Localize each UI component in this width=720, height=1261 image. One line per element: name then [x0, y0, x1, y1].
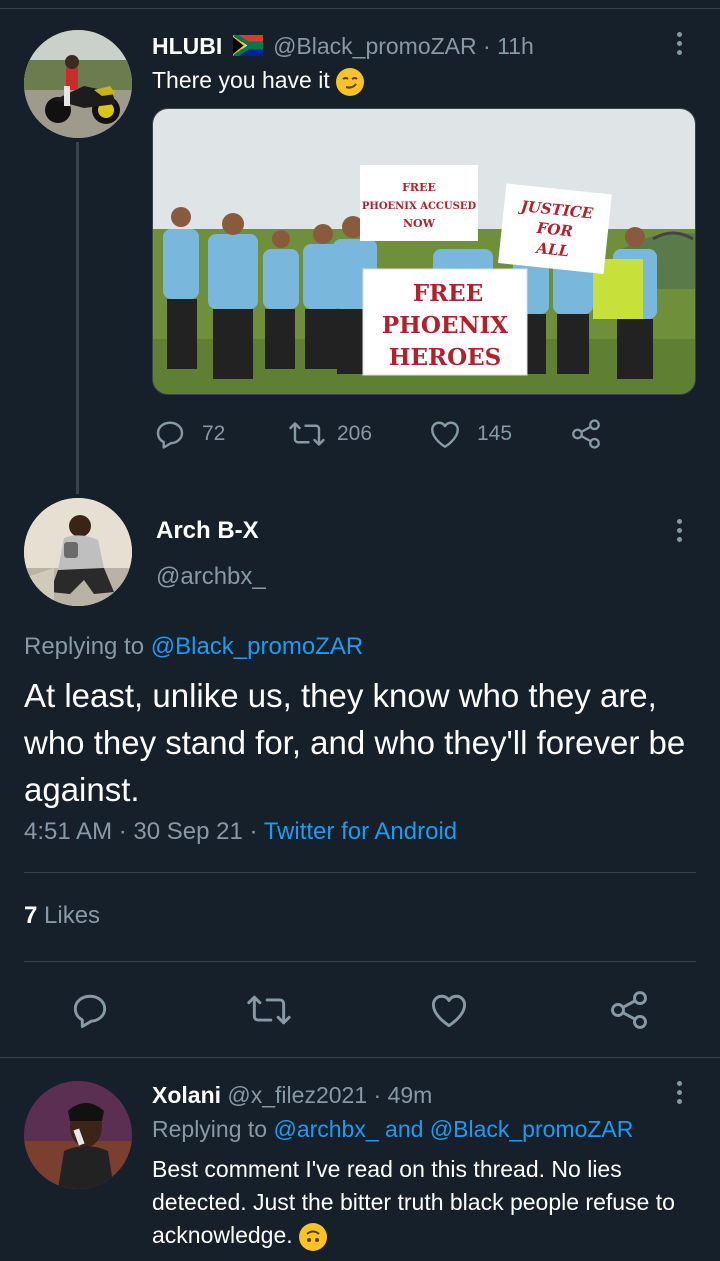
- sign1-line2: PHOENIX ACCUSED: [362, 201, 477, 212]
- upside-down-face-emoji-icon: [299, 1222, 328, 1251]
- tweet1-handle[interactable]: @Black_promoZAR: [273, 33, 477, 59]
- tweet1-retweet-count: 206: [337, 422, 373, 445]
- tweet2-meta-row: 4:51 AM · 30 Sep 21 · Twitter for Androi…: [24, 816, 457, 848]
- tweet2-like-button[interactable]: [427, 988, 471, 1037]
- sign3-line3: HEROES: [389, 344, 502, 371]
- tweet2-divider-2: [24, 961, 696, 962]
- tweet1-reply-count: 72: [202, 422, 226, 445]
- tweet1-display-name[interactable]: HLUBI: [152, 33, 222, 59]
- flag-icon: [232, 32, 265, 64]
- xolani-avatar[interactable]: [24, 1081, 132, 1189]
- tweet1-actions: 72 206 145: [152, 414, 622, 454]
- tweet3-header: Xolani @x_filez2021 · 49m: [152, 1080, 672, 1110]
- tweet2-replying-to-link[interactable]: @Black_promoZAR: [151, 633, 363, 660]
- tweet3-time: · 49m: [373, 1082, 433, 1108]
- tweet3-text: Best comment I've read on this thread. N…: [152, 1156, 675, 1248]
- tweet2-likes-count: 7: [24, 902, 38, 929]
- tweet1-header: HLUBI @Black_promoZAR · 11h: [152, 30, 672, 62]
- sign1-line3: NOW: [403, 217, 436, 230]
- tweet2-bottom-divider: [0, 1057, 720, 1058]
- tweet1-text: There you have it: [152, 67, 330, 93]
- sign1-line1: FREE: [402, 181, 436, 194]
- tweet2-time: 4:51 AM: [24, 818, 113, 845]
- tweet3-display-name[interactable]: Xolani: [152, 1082, 221, 1108]
- tweet3-replying-row: Replying to @archbx_ and @Black_promoZAR: [152, 1114, 633, 1144]
- tweet2-text: At least, unlike us, they know who they …: [24, 677, 686, 808]
- tweet2-share-button[interactable]: [607, 988, 651, 1037]
- tweet3-replying-to-links[interactable]: @archbx_ and @Black_promoZAR: [273, 1116, 633, 1142]
- share-icon: [569, 417, 603, 451]
- retweet-icon: [287, 416, 327, 452]
- sign2-line3: ALL: [534, 239, 570, 261]
- tweet3-text-wrap: Best comment I've read on this thread. N…: [152, 1153, 688, 1252]
- tweet2-source-link[interactable]: Twitter for Android: [264, 818, 457, 845]
- tweet3-more-icon[interactable]: [677, 1081, 683, 1108]
- tweet1-photo[interactable]: FREE PHOENIX ACCUSED NOW JUSTICE FOR ALL…: [152, 108, 696, 395]
- tweet1-like-button[interactable]: 145: [427, 416, 569, 452]
- sign3-line2: PHOENIX: [382, 312, 508, 339]
- tweet1-text-row: There you have it: [152, 64, 365, 96]
- tweet2-divider-1: [24, 872, 696, 873]
- tweet2-display-name[interactable]: Arch B-X: [156, 516, 259, 546]
- tweet1-more-icon[interactable]: [677, 32, 683, 59]
- like-icon: [427, 416, 463, 452]
- reply-icon: [152, 416, 188, 452]
- tweet2-likes-row[interactable]: 7 Likes: [24, 900, 100, 932]
- tweet2-date: · 30 Sep 21 ·: [118, 818, 258, 845]
- tweet1-like-count: 145: [477, 422, 513, 445]
- tweet1-time: · 11h: [483, 33, 534, 59]
- tweet2-handle[interactable]: @archbx_: [156, 562, 266, 592]
- tweet2-likes-label: Likes: [44, 902, 101, 929]
- tweet2-actions: [24, 988, 696, 1034]
- smirk-emoji-icon: [336, 67, 365, 96]
- sign3-line1: FREE: [413, 280, 484, 307]
- hlubi-avatar[interactable]: [24, 30, 132, 138]
- tweet1-share-button[interactable]: [569, 417, 603, 451]
- like-icon: [431, 994, 467, 1028]
- tweet2-reply-button[interactable]: [68, 988, 112, 1037]
- tweet2-retweet-button[interactable]: [245, 988, 293, 1037]
- tweet2-more-icon[interactable]: [677, 519, 683, 546]
- top-divider: [0, 0, 720, 9]
- tweet2-replying-row: Replying to @Black_promoZAR: [24, 632, 363, 662]
- arch-avatar[interactable]: [24, 498, 132, 606]
- reply-icon: [73, 994, 107, 1028]
- tweet3-handle[interactable]: @x_filez2021: [227, 1082, 367, 1108]
- tweet1-reply-button[interactable]: 72: [152, 416, 287, 452]
- tweet1-retweet-button[interactable]: 206: [287, 416, 427, 452]
- tweet3-replying-label: Replying to: [152, 1116, 268, 1142]
- retweet-icon: [247, 995, 291, 1025]
- share-icon: [611, 991, 647, 1029]
- tweet2-replying-label: Replying to: [24, 633, 145, 660]
- thread-connector-line: [76, 142, 79, 494]
